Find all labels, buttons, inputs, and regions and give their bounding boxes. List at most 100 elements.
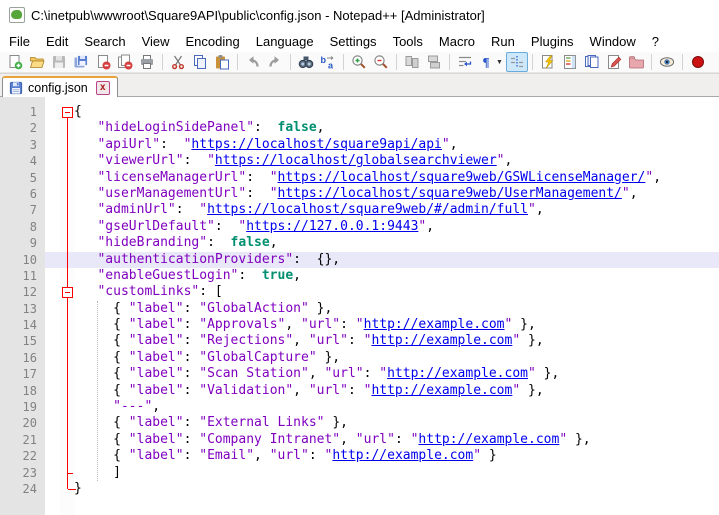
menu-item-tools[interactable]: Tools xyxy=(385,31,431,52)
code-text: "hideLoginSidePanel": false, xyxy=(74,120,324,136)
menu-item-language[interactable]: Language xyxy=(248,31,322,52)
fold-end-tick xyxy=(68,473,73,474)
menu-item-plugins[interactable]: Plugins xyxy=(523,31,582,52)
toolbar-separator xyxy=(162,54,163,70)
code-line-19[interactable]: 19 "---", xyxy=(0,399,719,415)
menu-item-window[interactable]: Window xyxy=(582,31,644,52)
tab-config-json[interactable]: config.json x xyxy=(2,76,118,98)
menu-item-file[interactable]: File xyxy=(1,31,38,52)
zoom-in-icon[interactable] xyxy=(348,52,370,72)
menu-item-run[interactable]: Run xyxy=(483,31,523,52)
document-list-icon[interactable] xyxy=(581,52,603,72)
code-text: { "label": "Validation", "url": "http://… xyxy=(74,383,544,399)
code-line-4[interactable]: 4 "viewerUrl": "https://localhost/global… xyxy=(0,153,719,169)
sync-vertical-icon[interactable] xyxy=(401,52,423,72)
replace-icon[interactable]: ba xyxy=(317,52,339,72)
code-line-18[interactable]: 18 { "label": "Validation", "url": "http… xyxy=(0,383,719,399)
code-line-9[interactable]: 9 "hideBranding": false, xyxy=(0,235,719,251)
word-wrap-icon[interactable] xyxy=(454,52,476,72)
line-number: 17 xyxy=(0,366,37,382)
record-macro-icon[interactable] xyxy=(687,52,709,72)
code-line-21[interactable]: 21 { "label": "Company Intranet", "url":… xyxy=(0,432,719,448)
menu-bar: FileEditSearchViewEncodingLanguageSettin… xyxy=(0,30,719,52)
code-line-16[interactable]: 16 { "label": "GlobalCapture" }, xyxy=(0,350,719,366)
code-line-8[interactable]: 8 "gseUrlDefault": "https://127.0.0.1:94… xyxy=(0,219,719,235)
code-editor[interactable]: 1{2 "hideLoginSidePanel": false,3 "apiUr… xyxy=(0,97,719,515)
code-text: { "label": "Scan Station", "url": "http:… xyxy=(74,366,559,382)
redo-icon[interactable] xyxy=(264,52,286,72)
folder-as-workspace-icon[interactable] xyxy=(625,52,647,72)
line-number: 2 xyxy=(0,120,37,136)
code-text: "authenticationProviders": {}, xyxy=(74,252,340,268)
document-map-icon[interactable] xyxy=(559,52,581,72)
close-icon[interactable] xyxy=(92,52,114,72)
line-number: 8 xyxy=(0,219,37,235)
fold-collapse-icon[interactable] xyxy=(62,287,73,298)
dropdown-arrow-icon[interactable]: ▼ xyxy=(496,59,503,66)
cut-icon[interactable] xyxy=(167,52,189,72)
fold-line xyxy=(67,112,68,489)
code-text: { "label": "External Links" }, xyxy=(74,415,348,431)
code-line-6[interactable]: 6 "userManagementUrl": "https://localhos… xyxy=(0,186,719,202)
code-line-2[interactable]: 2 "hideLoginSidePanel": false, xyxy=(0,120,719,136)
code-line-17[interactable]: 17 { "label": "Scan Station", "url": "ht… xyxy=(0,366,719,382)
show-all-characters-icon[interactable]: ¶▼ xyxy=(476,52,506,72)
code-line-14[interactable]: 14 { "label": "Approvals", "url": "http:… xyxy=(0,317,719,333)
toolbar-separator xyxy=(449,54,450,70)
code-line-11[interactable]: 11 "enableGuestLogin": true, xyxy=(0,268,719,284)
print-icon[interactable] xyxy=(136,52,158,72)
line-number: 19 xyxy=(0,399,37,415)
find-icon[interactable] xyxy=(295,52,317,72)
line-number: 4 xyxy=(0,153,37,169)
code-line-24[interactable]: 24} xyxy=(0,481,719,497)
menu-item-help[interactable]: ? xyxy=(644,31,667,52)
menu-item-settings[interactable]: Settings xyxy=(322,31,385,52)
notepad-plus-plus-window: C:\inetpub\wwwroot\Square9API\public\con… xyxy=(0,0,719,515)
fold-collapse-icon[interactable] xyxy=(62,107,73,118)
code-text: { "label": "GlobalAction" }, xyxy=(74,301,332,317)
code-line-15[interactable]: 15 { "label": "Rejections", "url": "http… xyxy=(0,333,719,349)
close-all-icon[interactable] xyxy=(114,52,136,72)
menu-item-edit[interactable]: Edit xyxy=(38,31,76,52)
code-line-7[interactable]: 7 "adminUrl": "https://localhost/square9… xyxy=(0,202,719,218)
tab-label: config.json xyxy=(28,81,88,95)
code-text: "adminUrl": "https://localhost/square9we… xyxy=(74,202,544,218)
function-list-icon[interactable] xyxy=(537,52,559,72)
edit-marker-icon[interactable] xyxy=(603,52,625,72)
code-line-1[interactable]: 1{ xyxy=(0,104,719,120)
code-line-12[interactable]: 12 "customLinks": [ xyxy=(0,284,719,300)
svg-text:¶: ¶ xyxy=(483,55,490,70)
line-number: 3 xyxy=(0,137,37,153)
save-all-icon[interactable] xyxy=(70,52,92,72)
toolbar-separator xyxy=(651,54,652,70)
code-line-3[interactable]: 3 "apiUrl": "https://localhost/square9ap… xyxy=(0,137,719,153)
menu-item-macro[interactable]: Macro xyxy=(431,31,483,52)
window-title: C:\inetpub\wwwroot\Square9API\public\con… xyxy=(31,8,485,23)
tab-close-icon[interactable]: x xyxy=(96,81,110,95)
copy-icon[interactable] xyxy=(189,52,211,72)
code-text: { xyxy=(74,104,82,120)
menu-item-encoding[interactable]: Encoding xyxy=(178,31,248,52)
paste-icon[interactable] xyxy=(211,52,233,72)
menu-item-view[interactable]: View xyxy=(134,31,178,52)
code-line-22[interactable]: 22 { "label": "Email", "url": "http://ex… xyxy=(0,448,719,464)
code-line-13[interactable]: 13 { "label": "GlobalAction" }, xyxy=(0,301,719,317)
code-lines: 1{2 "hideLoginSidePanel": false,3 "apiUr… xyxy=(0,104,719,497)
line-number: 24 xyxy=(0,481,37,497)
undo-icon[interactable] xyxy=(242,52,264,72)
code-line-20[interactable]: 20 { "label": "External Links" }, xyxy=(0,415,719,431)
menu-item-search[interactable]: Search xyxy=(76,31,133,52)
code-text: "licenseManagerUrl": "https://localhost/… xyxy=(74,170,661,186)
line-number: 22 xyxy=(0,448,37,464)
monitoring-eye-icon[interactable] xyxy=(656,52,678,72)
code-line-10[interactable]: 10 "authenticationProviders": {}, xyxy=(0,252,719,268)
open-file-icon[interactable] xyxy=(26,52,48,72)
notepad-plus-plus-app-icon xyxy=(9,7,25,23)
code-line-5[interactable]: 5 "licenseManagerUrl": "https://localhos… xyxy=(0,170,719,186)
save-icon[interactable] xyxy=(48,52,70,72)
new-file-icon[interactable] xyxy=(4,52,26,72)
code-line-23[interactable]: 23 ] xyxy=(0,465,719,481)
indent-guide-icon[interactable] xyxy=(506,52,528,72)
zoom-out-icon[interactable] xyxy=(370,52,392,72)
sync-horizontal-icon[interactable] xyxy=(423,52,445,72)
